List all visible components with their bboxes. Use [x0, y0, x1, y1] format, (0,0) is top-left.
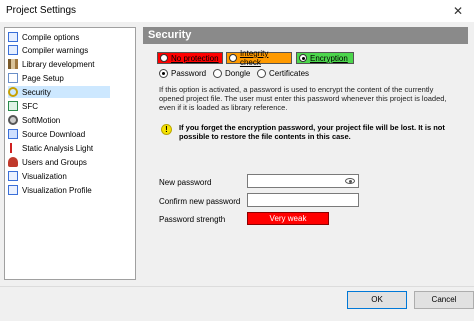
dongle-radio-label: Dongle: [225, 69, 251, 78]
nav-item-softmotion[interactable]: SoftMotion: [8, 114, 110, 126]
new-password-label: New password: [159, 178, 212, 187]
warning-text: If you forget the encryption password, y…: [179, 123, 445, 141]
close-icon[interactable]: ✕: [442, 0, 474, 22]
nav-item-static-analysis-light[interactable]: Static Analysis Light: [8, 142, 110, 154]
nav-item-label: Visualization Profile: [22, 185, 92, 195]
dongle-radio[interactable]: Dongle: [213, 69, 250, 78]
warning-message: ! If you forget the encryption password,…: [161, 123, 461, 141]
password-radio[interactable]: Password: [159, 69, 206, 78]
checkbox-list-icon: [8, 45, 18, 55]
show-password-eye-icon[interactable]: [345, 178, 355, 184]
title-bar: Project Settings ✕: [0, 0, 474, 22]
visualization-icon: [8, 171, 18, 181]
nav-item-library-development[interactable]: Library development: [8, 58, 110, 70]
page-setup-icon: [8, 73, 18, 83]
confirm-password-input[interactable]: [247, 193, 359, 207]
nav-item-label: Static Analysis Light: [22, 143, 94, 153]
integrity-check-option[interactable]: Integrity check: [226, 49, 292, 67]
nav-item-page-setup[interactable]: Page Setup: [8, 72, 110, 84]
radio-icon: [257, 69, 266, 78]
nav-item-users-and-groups[interactable]: Users and Groups: [8, 156, 110, 168]
confirm-password-label: Confirm new password: [159, 197, 241, 206]
nav-item-security[interactable]: Security: [8, 86, 110, 98]
nav-item-label: Compiler warnings: [22, 45, 89, 55]
nav-item-label: Compile options: [22, 32, 80, 42]
security-settings-panel: Security No protection Integrity check E…: [143, 27, 468, 280]
radio-dot-icon: [160, 54, 168, 62]
warning-icon: !: [161, 124, 172, 135]
settings-category-list[interactable]: Compile options Compiler warnings Librar…: [4, 27, 136, 280]
new-password-input[interactable]: [247, 174, 359, 188]
nav-item-compile-options[interactable]: Compile options: [8, 31, 110, 43]
password-radio-label: Password: [171, 69, 207, 78]
nav-item-source-download[interactable]: Source Download: [8, 128, 110, 140]
static-analysis-icon: [10, 143, 16, 153]
certificates-radio[interactable]: Certificates: [257, 69, 309, 78]
security-icon: [8, 87, 18, 97]
radio-dot-icon: [299, 54, 307, 62]
visualization-profile-icon: [8, 185, 18, 195]
ok-button[interactable]: OK: [347, 291, 407, 309]
no-protection-label: No protection: [171, 53, 219, 63]
nav-item-sfc[interactable]: SFC: [8, 100, 110, 112]
encryption-label: Encryption: [310, 53, 348, 63]
encryption-option[interactable]: Encryption: [296, 52, 354, 64]
softmotion-icon: [8, 115, 18, 125]
radio-dot-icon: [229, 54, 237, 62]
integrity-check-label: Integrity check: [239, 49, 269, 67]
no-protection-option[interactable]: No protection: [157, 52, 223, 64]
radio-icon: [213, 69, 222, 78]
nav-item-label: Visualization: [22, 171, 67, 181]
checkbox-list-icon: [8, 32, 18, 42]
encryption-description: If this option is activated, a password …: [159, 85, 447, 112]
cancel-button[interactable]: Cancel: [414, 291, 474, 309]
source-download-icon: [8, 129, 18, 139]
nav-item-label: Page Setup: [22, 73, 64, 83]
window-title: Project Settings: [6, 5, 77, 16]
radio-selected-icon: [159, 69, 168, 78]
sfc-icon: [8, 101, 18, 111]
nav-item-label: Library development: [22, 59, 95, 69]
password-strength-indicator: Very weak: [247, 212, 329, 225]
nav-item-label: Users and Groups: [22, 157, 87, 167]
library-icon: [8, 59, 18, 69]
users-groups-icon: [8, 157, 18, 167]
nav-item-label: SoftMotion: [22, 115, 61, 125]
nav-item-compiler-warnings[interactable]: Compiler warnings: [8, 44, 110, 56]
section-header: Security: [143, 27, 468, 44]
nav-item-label: Security: [22, 87, 51, 97]
section-title: Security: [148, 29, 192, 41]
nav-item-visualization[interactable]: Visualization: [8, 170, 110, 182]
nav-item-visualization-profile[interactable]: Visualization Profile: [8, 184, 110, 196]
nav-item-label: Source Download: [22, 129, 86, 139]
nav-item-label: SFC: [22, 101, 38, 111]
certificates-radio-label: Certificates: [269, 69, 310, 78]
password-strength-label: Password strength: [159, 215, 226, 224]
